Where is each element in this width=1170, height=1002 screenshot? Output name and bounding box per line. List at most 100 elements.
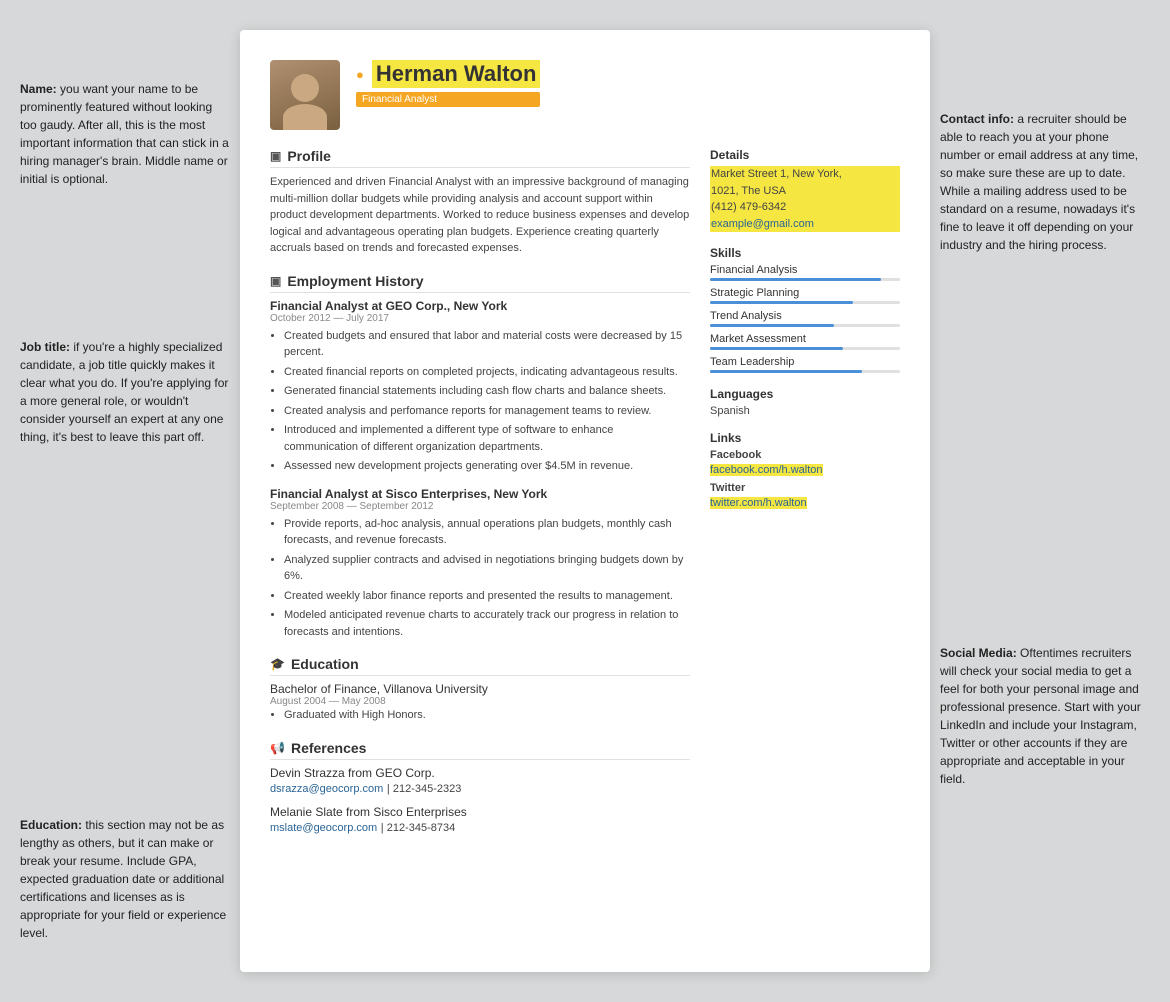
job-date-1: October 2012 — July 2017	[270, 313, 690, 324]
address-line1: Market Street 1, New York,	[710, 166, 900, 183]
email: example@gmail.com	[710, 216, 900, 233]
skill-item-3: Trend Analysis	[710, 310, 900, 327]
phone: (412) 479-6342	[710, 199, 900, 216]
skill-bar-3	[710, 324, 900, 327]
skill-bar-1	[710, 278, 900, 281]
edu-entry-1: Bachelor of Finance, Villanova Universit…	[270, 682, 690, 724]
links-section: Links Facebook facebook.com/h.walton Twi…	[710, 431, 900, 509]
job-title-1: Financial Analyst at GEO Corp., New York	[270, 299, 690, 313]
job-bullets-1: Created budgets and ensured that labor a…	[270, 328, 690, 475]
education-section: 🎓 Education Bachelor of Finance, Villano…	[270, 656, 690, 724]
social-annotation-label: Social Media:	[940, 646, 1017, 660]
employment-icon: ▣	[270, 274, 281, 288]
profile-section-title: ▣ Profile	[270, 148, 690, 168]
jobtitle-annotation: Job title: if you're a highly specialize…	[20, 338, 230, 446]
details-address: Market Street 1, New York, 1021, The USA…	[710, 166, 900, 232]
name-dot: ●	[356, 67, 364, 82]
links-title: Links	[710, 431, 900, 445]
avatar	[270, 60, 340, 130]
edu-note: Graduated with High Honors.	[284, 707, 690, 724]
skills-section: Skills Financial Analysis Strategic Plan…	[710, 246, 900, 373]
skill-name-3: Trend Analysis	[710, 310, 900, 322]
employment-section: ▣ Employment History Financial Analyst a…	[270, 273, 690, 641]
right-annotations: Contact info: a recruiter should be able…	[930, 30, 1150, 972]
ref-entry-1: Devin Strazza from GEO Corp. dsrazza@geo…	[270, 766, 690, 795]
address-line2: 1021, The USA	[710, 183, 900, 200]
jobtitle-annotation-text: if you're a highly specialized candidate…	[20, 340, 228, 444]
skill-bar-2	[710, 301, 900, 304]
lang-item-1: Spanish	[710, 405, 900, 417]
job-bullet: Analyzed supplier contracts and advised …	[284, 552, 690, 585]
ref-phone-1b: 212-345-2323	[393, 783, 462, 795]
ref-email-2: mslate@geocorp.com	[270, 822, 377, 834]
details-title: Details	[710, 148, 900, 162]
social-annotation: Social Media: Oftentimes recruiters will…	[940, 644, 1150, 788]
ref-name-1: Devin Strazza from GEO Corp.	[270, 766, 690, 780]
social-annotation-text: Oftentimes recruiters will check your so…	[940, 646, 1141, 786]
contact-annotation-text: a recruiter should be able to reach you …	[940, 112, 1138, 252]
edu-school: Bachelor of Finance, Villanova Universit…	[270, 682, 690, 696]
job-bullet: Modeled anticipated revenue charts to ac…	[284, 607, 690, 640]
references-section-title: 📢 References	[270, 740, 690, 760]
resume-body: ▣ Profile Experienced and driven Financi…	[270, 148, 900, 850]
job-bullet: Created analysis and perfomance reports …	[284, 403, 690, 420]
skill-name-4: Market Assessment	[710, 333, 900, 345]
education-annotation-text: this section may not be as lengthy as ot…	[20, 818, 226, 940]
resume-right-col: Details Market Street 1, New York, 1021,…	[710, 148, 900, 850]
resume-header: ● Herman Walton Financial Analyst	[270, 60, 900, 130]
skill-bar-4	[710, 347, 900, 350]
link-url-2[interactable]: twitter.com/h.walton	[710, 497, 807, 509]
job-bullet: Created weekly labor finance reports and…	[284, 588, 690, 605]
name-annotation: Name: you want your name to be prominent…	[20, 80, 230, 188]
skills-title: Skills	[710, 246, 900, 260]
link-url-1[interactable]: facebook.com/h.walton	[710, 464, 823, 476]
job-date-2: September 2008 — September 2012	[270, 501, 690, 512]
skill-item-2: Strategic Planning	[710, 287, 900, 304]
job-bullet: Assessed new development projects genera…	[284, 458, 690, 475]
employment-section-title: ▣ Employment History	[270, 273, 690, 293]
name-block: ● Herman Walton Financial Analyst	[356, 60, 540, 107]
job-bullet: Introduced and implemented a different t…	[284, 422, 690, 455]
skill-name-2: Strategic Planning	[710, 287, 900, 299]
references-section: 📢 References Devin Strazza from GEO Corp…	[270, 740, 690, 834]
page-wrapper: Name: you want your name to be prominent…	[0, 0, 1170, 1002]
profile-text: Experienced and driven Financial Analyst…	[270, 174, 690, 257]
details-section: Details Market Street 1, New York, 1021,…	[710, 148, 900, 232]
job-bullet: Created financial reports on completed p…	[284, 364, 690, 381]
profile-icon: ▣	[270, 149, 281, 163]
resume-card: ● Herman Walton Financial Analyst ▣ Prof…	[240, 30, 930, 972]
education-annotation: Education: this section may not be as le…	[20, 816, 230, 942]
languages-section: Languages Spanish	[710, 387, 900, 417]
education-icon: 🎓	[270, 657, 285, 671]
edu-bullets: Graduated with High Honors.	[270, 707, 690, 724]
ref-name-2: Melanie Slate from Sisco Enterprises	[270, 805, 690, 819]
job-title-2: Financial Analyst at Sisco Enterprises, …	[270, 487, 690, 501]
name-annotation-text: you want your name to be prominently fea…	[20, 82, 229, 186]
skill-name-1: Financial Analysis	[710, 264, 900, 276]
skill-bar-5	[710, 370, 900, 373]
education-annotation-label: Education:	[20, 818, 82, 832]
skill-item-5: Team Leadership	[710, 356, 900, 373]
left-annotations: Name: you want your name to be prominent…	[20, 30, 240, 972]
job-bullet: Generated financial statements including…	[284, 383, 690, 400]
job-bullet: Created budgets and ensured that labor a…	[284, 328, 690, 361]
job-bullet: Provide reports, ad-hoc analysis, annual…	[284, 516, 690, 549]
job-bullets-2: Provide reports, ad-hoc analysis, annual…	[270, 516, 690, 641]
job-entry-2: Financial Analyst at Sisco Enterprises, …	[270, 487, 690, 641]
ref-entry-2: Melanie Slate from Sisco Enterprises msl…	[270, 805, 690, 834]
link-name-1: Facebook	[710, 449, 900, 461]
education-section-title: 🎓 Education	[270, 656, 690, 676]
languages-title: Languages	[710, 387, 900, 401]
skill-item-4: Market Assessment	[710, 333, 900, 350]
link-entry-2: Twitter twitter.com/h.walton	[710, 482, 900, 509]
ref-phone-2b: 212-345-8734	[387, 822, 456, 834]
profile-section: ▣ Profile Experienced and driven Financi…	[270, 148, 690, 257]
name-annotation-label: Name:	[20, 82, 57, 96]
candidate-title-badge: Financial Analyst	[356, 92, 540, 107]
contact-annotation: Contact info: a recruiter should be able…	[940, 110, 1150, 254]
resume-left-col: ▣ Profile Experienced and driven Financi…	[270, 148, 690, 850]
link-entry-1: Facebook facebook.com/h.walton	[710, 449, 900, 476]
edu-date: August 2004 — May 2008	[270, 696, 690, 707]
job-entry-1: Financial Analyst at GEO Corp., New York…	[270, 299, 690, 475]
contact-annotation-label: Contact info:	[940, 112, 1014, 126]
